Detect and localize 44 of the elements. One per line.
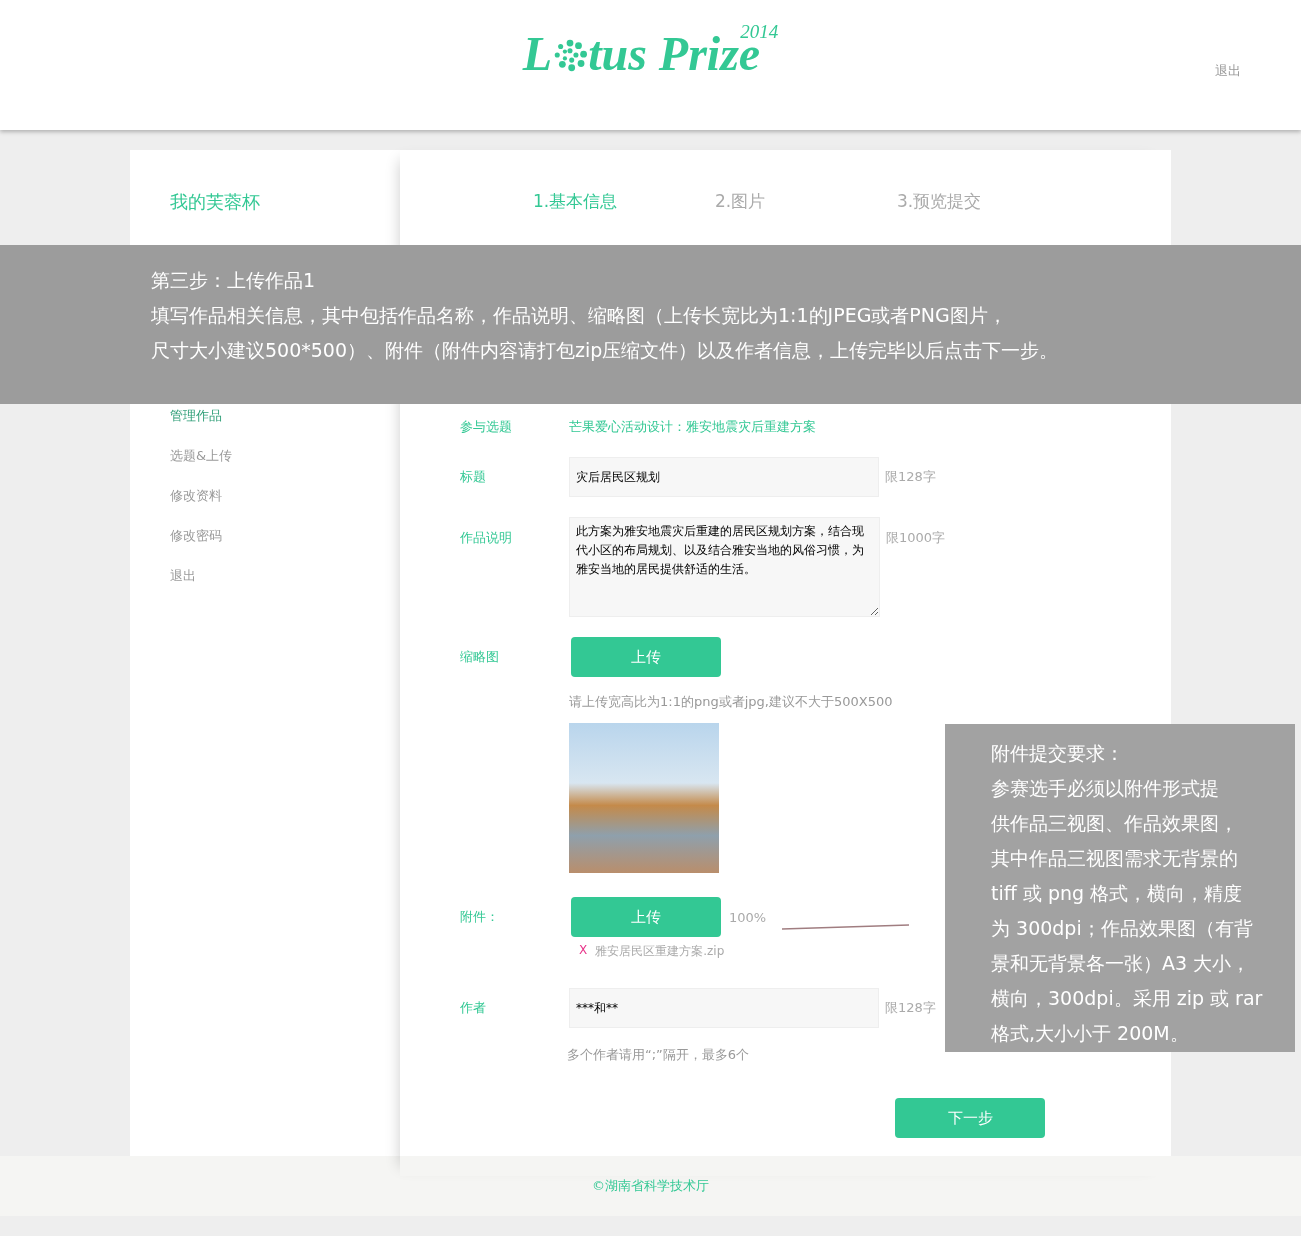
note-text: 横向，300dpi。采用 zip 或 rar xyxy=(991,986,1264,1011)
logout-link[interactable]: 退出 xyxy=(1215,62,1241,80)
field-label: 作品说明 xyxy=(460,529,513,547)
field-label: 缩略图 xyxy=(460,648,500,666)
note-text: 为 300dpi；作品效果图（有背 xyxy=(991,916,1254,941)
note-text: 供作品三视图、作品效果图， xyxy=(991,811,1239,836)
copyright-text: ©湖南省科学技术厅 xyxy=(592,1177,709,1195)
guide-title: 第三步：上传作品1 xyxy=(151,268,317,293)
remove-file-button[interactable]: X xyxy=(579,943,588,960)
sidebar-title: 我的芙蓉杯 xyxy=(170,190,261,214)
title-input-field[interactable]: 灾后居民区规划 xyxy=(569,457,879,497)
guide-text: 尺寸大小建议500*500）、附件（附件内容请打包zip压缩文件）以及作者信息，上传完毕以后点击下一步。 xyxy=(151,338,1060,363)
note-text: 参赛选手必须以附件形式提 xyxy=(991,776,1220,801)
upload-button[interactable]: 上传 xyxy=(571,637,721,677)
sidebar-item[interactable]: 修改密码 xyxy=(170,526,222,546)
next-step-button[interactable]: 下一步 xyxy=(895,1098,1045,1138)
topic-value: 芒果爱心活动设计：雅安地震灾后重建方案 xyxy=(569,418,816,436)
limit-text: 限128字 xyxy=(885,468,936,486)
sidebar-item[interactable]: 选题&上传 xyxy=(170,446,233,466)
note-text: tiff 或 png 格式，横向，精度 xyxy=(991,881,1244,906)
field-label: 标题 xyxy=(460,468,487,486)
field-label: 附件： xyxy=(460,908,500,926)
note-text: 景和无背景各一张）A3 大小， xyxy=(991,951,1252,976)
upload-button[interactable]: 上传 xyxy=(571,897,721,937)
percent-text: 100% xyxy=(729,909,767,925)
note-text: 其中作品三视图需求无背景的 xyxy=(991,846,1239,871)
sidebar-item[interactable]: 管理作品 xyxy=(170,406,222,426)
field-label: 参与选题 xyxy=(460,418,513,436)
step-tab[interactable]: 2.图片 xyxy=(715,190,807,213)
sidebar-item[interactable]: 修改资料 xyxy=(170,486,222,506)
field-label: 作者 xyxy=(460,999,487,1017)
limit-text: 限128字 xyxy=(885,999,936,1017)
note-text: 格式,大小小于 200M。 xyxy=(991,1021,1190,1046)
step-tab[interactable]: 3.预览提交 xyxy=(897,190,989,213)
sidebar-item[interactable]: 退出 xyxy=(170,566,196,586)
file-name: 雅安居民区重建方案.zip xyxy=(595,943,725,960)
step-tab[interactable]: 1.基本信息 xyxy=(533,190,625,213)
guide-text: 填写作品相关信息，其中包括作品名称，作品说明、缩略图（上传长宽比为1:1的JPEG或者PNG图片， xyxy=(151,303,1008,328)
description-text-area[interactable]: 此方案为雅安地震灾后重建的居民区规划方案，结合现代小区的布局规划、以及结合雅安当地的风俗习惯，为雅安当地的居民提供舒适的生活。 xyxy=(569,517,880,617)
note-text: 附件提交要求： xyxy=(991,741,1125,766)
upload-hint: 请上传宽高比为1:1的png或者jpg,建议不大于500X500 xyxy=(569,693,893,711)
limit-text: 限1000字 xyxy=(886,529,946,547)
author-input-field[interactable]: ***和** xyxy=(569,988,879,1028)
author-hint: 多个作者请用“;”隔开，最多6个 xyxy=(567,1046,750,1064)
